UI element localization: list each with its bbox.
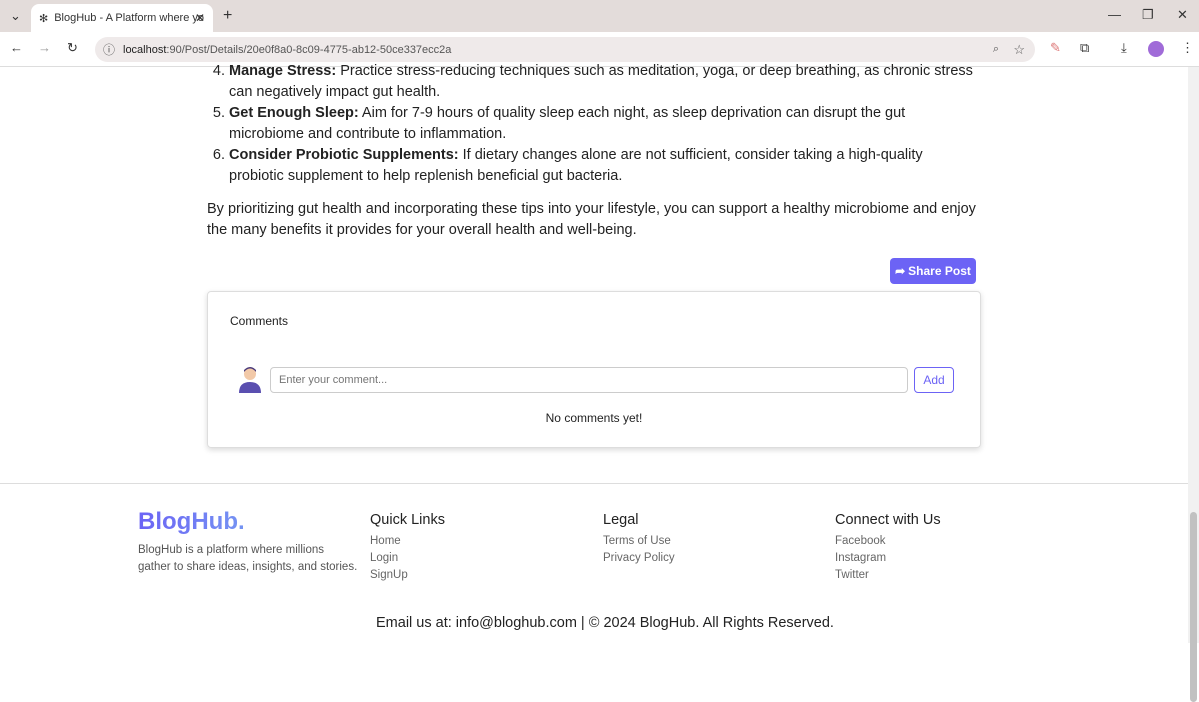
close-window-icon[interactable]: ✕ [1177, 7, 1188, 23]
restore-icon[interactable]: ❐ [1142, 7, 1154, 23]
quick-links: Quick Links Home Login SignUp [370, 512, 445, 584]
zoom-icon[interactable]: ⌕ [993, 43, 999, 56]
extension-pen-icon[interactable]: ✎ [1050, 40, 1061, 56]
footer-description: BlogHub is a platform where millions gat… [138, 544, 358, 573]
connect-title: Connect with Us [835, 512, 941, 528]
extensions-icon[interactable]: ⧉ [1080, 40, 1089, 56]
footer-copyright: Email us at: info@bloghub.com | © 2024 B… [376, 615, 834, 631]
tab-title: BlogHub - A Platform where yo [54, 12, 205, 24]
browser-tab-bar: ⌄ ✻ BlogHub - A Platform where yo ✕ + — … [0, 0, 1199, 32]
legal-title: Legal [603, 512, 639, 528]
footer-link-privacy[interactable]: Privacy Policy [603, 550, 675, 567]
add-comment-button[interactable]: Add [914, 367, 954, 393]
tips-list: Manage Stress: Practice stress-reducing … [207, 61, 977, 187]
comment-input[interactable] [270, 367, 908, 393]
tab-search-icon[interactable]: ⌄ [10, 8, 21, 24]
close-tab-icon[interactable]: ✕ [195, 11, 205, 25]
site-info-icon[interactable]: ⓘ [103, 41, 115, 58]
comments-card: Comments Add No comments yet! [207, 291, 981, 448]
back-icon[interactable]: ← [10, 40, 23, 55]
download-icon[interactable]: ⤓ [1121, 40, 1127, 56]
conclusion-paragraph: By prioritizing gut health and incorpora… [207, 201, 976, 238]
share-icon: ➦ [895, 264, 906, 278]
connect-links: Connect with Us Facebook Instagram Twitt… [835, 512, 941, 584]
url-path: :90/Post/Details/20e0f8a0-8c09-4775-ab12… [166, 43, 452, 56]
list-item: Consider Probiotic Supplements: If dieta… [229, 145, 977, 187]
user-avatar-icon [239, 367, 261, 393]
footer-link-home[interactable]: Home [370, 533, 445, 550]
forward-icon[interactable]: → [38, 40, 51, 55]
url-input[interactable]: ⓘ localhost:90/Post/Details/20e0f8a0-8c0… [95, 37, 1035, 62]
footer-logo[interactable]: BlogHub. [138, 508, 358, 536]
footer-link-login[interactable]: Login [370, 550, 445, 567]
new-tab-icon[interactable]: + [223, 7, 232, 25]
page-scrollbar[interactable] [1188, 67, 1199, 702]
profile-avatar[interactable] [1148, 41, 1164, 57]
scrollbar-thumb[interactable] [1190, 512, 1197, 702]
quick-links-title: Quick Links [370, 512, 445, 528]
reload-icon[interactable]: ↻ [67, 40, 78, 56]
footer-link-terms[interactable]: Terms of Use [603, 533, 675, 550]
minimize-icon[interactable]: — [1108, 7, 1121, 22]
no-comments-text: No comments yet! [545, 411, 643, 425]
footer-link-instagram[interactable]: Instagram [835, 550, 941, 567]
footer-link-facebook[interactable]: Facebook [835, 533, 941, 550]
list-item: Get Enough Sleep: Aim for 7-9 hours of q… [229, 103, 977, 145]
list-item: Manage Stress: Practice stress-reducing … [229, 61, 977, 103]
bookmark-star-icon[interactable]: ☆ [1013, 42, 1025, 58]
footer: BlogHub. BlogHub is a platform where mil… [0, 483, 1189, 643]
browser-tab[interactable]: ✻ BlogHub - A Platform where yo ✕ [31, 4, 213, 32]
menu-icon[interactable]: ⋮ [1181, 40, 1194, 56]
comments-title: Comments [230, 314, 289, 328]
legal-links: Legal Terms of Use Privacy Policy [603, 512, 675, 567]
footer-link-twitter[interactable]: Twitter [835, 567, 941, 584]
favicon-icon: ✻ [39, 12, 49, 25]
article-body: Manage Stress: Practice stress-reducing … [207, 61, 977, 241]
footer-brand: BlogHub. BlogHub is a platform where mil… [138, 508, 358, 576]
url-host: localhost [123, 43, 167, 56]
share-post-button[interactable]: ➦ Share Post [890, 258, 976, 284]
footer-link-signup[interactable]: SignUp [370, 567, 445, 584]
